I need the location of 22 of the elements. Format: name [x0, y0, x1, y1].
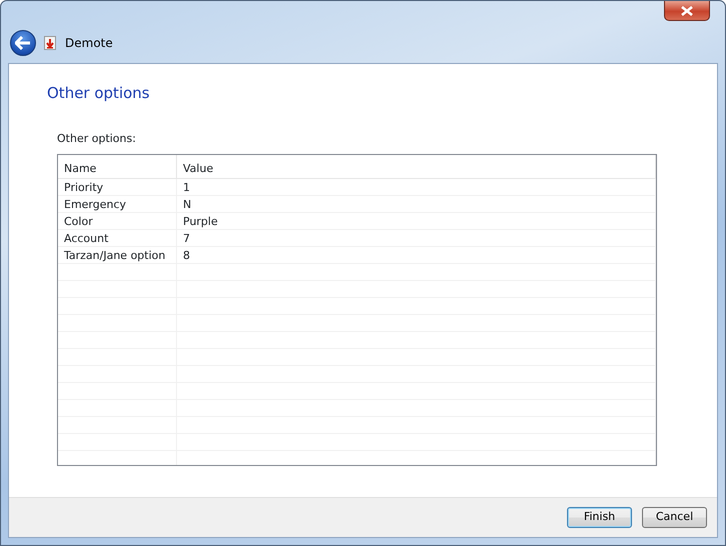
window-title: Demote [65, 35, 113, 52]
cancel-button[interactable]: Cancel [642, 507, 707, 528]
table-cell: Account [64, 232, 108, 244]
table-cell: Purple [183, 214, 218, 228]
document-icon [44, 36, 57, 50]
page-heading: Other options [47, 84, 151, 102]
finish-button[interactable]: Finish [567, 507, 632, 528]
back-button[interactable] [10, 30, 36, 56]
back-arrow-icon [15, 36, 31, 50]
column-header[interactable]: Name [64, 162, 96, 174]
table-cell: 7 [183, 232, 190, 244]
table-cell: Color [64, 214, 93, 228]
column-header[interactable]: Value [183, 162, 214, 174]
close-icon [681, 6, 693, 16]
close-button[interactable] [664, 1, 710, 21]
table-cell: Priority [64, 180, 104, 194]
table-cell: 8 [183, 248, 190, 262]
group-label: Other options: [57, 131, 137, 147]
table-cell: 1 [183, 180, 190, 194]
table-cell: Emergency [64, 198, 126, 210]
table-cell: N [183, 198, 192, 210]
table-cell: Tarzan/Jane option [64, 248, 166, 262]
